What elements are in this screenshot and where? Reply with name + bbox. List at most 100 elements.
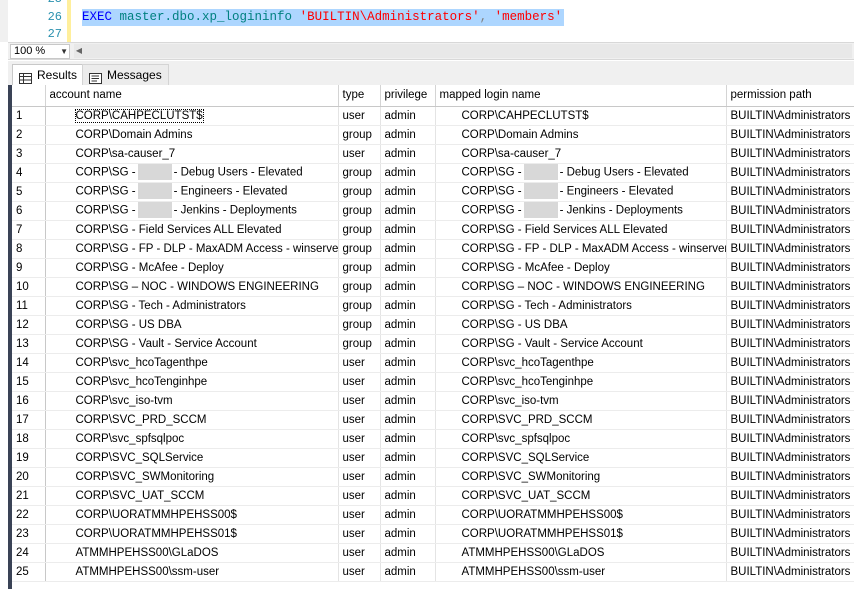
cell-permission-path[interactable]: BUILTIN\Administrators xyxy=(726,391,854,411)
table-row[interactable]: 23 CORP\UORATMMHPEHSS01$ user admin CORP\UOR… xyxy=(12,524,854,544)
cell-privilege[interactable]: admin xyxy=(380,353,436,373)
column-header-account-name[interactable]: account name xyxy=(45,85,339,107)
cell-privilege[interactable]: admin xyxy=(380,562,436,582)
cell-permission-path[interactable]: BUILTIN\Administrators xyxy=(726,201,854,221)
cell-type[interactable]: group xyxy=(338,258,381,278)
row-number[interactable]: 4 xyxy=(12,163,46,183)
zoom-dropdown[interactable]: 100 % ▼ xyxy=(10,44,70,59)
cell-mapped-login-name[interactable]: CORP\SG - - Jenkins - Deployments xyxy=(435,201,727,221)
cell-permission-path[interactable]: BUILTIN\Administrators xyxy=(726,467,854,487)
cell-mapped-login-name[interactable]: ATMMHPEHSS00\GLaDOS xyxy=(435,543,727,563)
cell-privilege[interactable]: admin xyxy=(380,372,436,392)
cell-account-name[interactable]: CORP\svc_iso-tvm xyxy=(45,391,339,411)
cell-type[interactable]: user xyxy=(338,144,381,164)
row-number[interactable]: 22 xyxy=(12,505,46,525)
results-grid[interactable]: account name type privilege mapped login… xyxy=(8,85,854,589)
cell-type[interactable]: user xyxy=(338,467,381,487)
cell-mapped-login-name[interactable]: CORP\SVC_SQLService xyxy=(435,448,727,468)
cell-account-name[interactable]: CORP\SG - McAfee - Deploy xyxy=(45,258,339,278)
table-row[interactable]: 16 CORP\svc_iso-tvm user admin CORP\svc_iso-… xyxy=(12,391,854,411)
row-number[interactable]: 6 xyxy=(12,201,46,221)
cell-permission-path[interactable]: BUILTIN\Administrators xyxy=(726,505,854,525)
cell-type[interactable]: group xyxy=(338,296,381,316)
cell-privilege[interactable]: admin xyxy=(380,258,436,278)
cell-mapped-login-name[interactable]: CORP\SG – NOC - WINDOWS ENGINEERING xyxy=(435,277,727,297)
row-number[interactable]: 10 xyxy=(12,277,46,297)
cell-mapped-login-name[interactable]: CORP\SG - - Debug Users - Elevated xyxy=(435,163,727,183)
row-number[interactable]: 5 xyxy=(12,182,46,202)
cell-privilege[interactable]: admin xyxy=(380,239,436,259)
table-row[interactable]: 24 ATMMHPEHSS00\GLaDOS user admin ATMMHPEHSS… xyxy=(12,543,854,563)
cell-account-name[interactable]: ATMMHPEHSS00\ssm-user xyxy=(45,562,339,582)
cell-permission-path[interactable]: BUILTIN\Administrators xyxy=(726,296,854,316)
cell-account-name[interactable]: CORP\svc_hcoTenginhpe xyxy=(45,372,339,392)
row-number[interactable]: 20 xyxy=(12,467,46,487)
table-row[interactable]: 11 CORP\SG - Tech - Administrators group ad… xyxy=(12,296,854,316)
query-editor[interactable]: 25 26 27 EXEC master.dbo.xp_logininfo 'B… xyxy=(0,0,854,42)
cell-account-name[interactable]: CORP\svc_hcoTagenthpe xyxy=(45,353,339,373)
cell-account-name[interactable]: CORP\SG - - Jenkins - Deployments xyxy=(45,201,339,221)
row-number[interactable]: 2 xyxy=(12,125,46,145)
table-row[interactable]: 1 CORP\CAHPECLUTST$ user admin CORP\CAHPECLU… xyxy=(12,106,854,126)
cell-type[interactable]: user xyxy=(338,543,381,563)
table-row[interactable]: 21 CORP\SVC_UAT_SCCM user admin CORP\SVC_UAT… xyxy=(12,486,854,506)
cell-type[interactable]: user xyxy=(338,524,381,544)
cell-account-name[interactable]: CORP\UORATMMHPEHSS01$ xyxy=(45,524,339,544)
cell-mapped-login-name[interactable]: CORP\SG - Tech - Administrators xyxy=(435,296,727,316)
cell-type[interactable]: group xyxy=(338,201,381,221)
tab-results[interactable]: Results xyxy=(12,64,85,85)
cell-account-name[interactable]: CORP\UORATMMHPEHSS00$ xyxy=(45,505,339,525)
row-number[interactable]: 25 xyxy=(12,562,46,582)
column-header-permission-path[interactable]: permission path xyxy=(726,85,854,107)
cell-account-name[interactable]: CORP\CAHPECLUTST$ xyxy=(45,106,339,126)
cell-account-name[interactable]: CORP\SG - FP - DLP - MaxADM Access - win… xyxy=(45,239,339,259)
cell-account-name[interactable]: CORP\SG - Vault - Service Account xyxy=(45,334,339,354)
cell-privilege[interactable]: admin xyxy=(380,144,436,164)
cell-account-name[interactable]: CORP\Domain Admins xyxy=(45,125,339,145)
scroll-left-icon[interactable]: ◀ xyxy=(74,46,84,56)
cell-permission-path[interactable]: BUILTIN\Administrators xyxy=(726,353,854,373)
cell-account-name[interactable]: CORP\SVC_PRD_SCCM xyxy=(45,410,339,430)
cell-privilege[interactable]: admin xyxy=(380,429,436,449)
cell-permission-path[interactable]: BUILTIN\Administrators xyxy=(726,163,854,183)
cell-privilege[interactable]: admin xyxy=(380,220,436,240)
cell-account-name[interactable]: CORP\SG - Tech - Administrators xyxy=(45,296,339,316)
cell-permission-path[interactable]: BUILTIN\Administrators xyxy=(726,258,854,278)
row-number[interactable]: 9 xyxy=(12,258,46,278)
cell-privilege[interactable]: admin xyxy=(380,467,436,487)
cell-privilege[interactable]: admin xyxy=(380,163,436,183)
table-row[interactable]: 15 CORP\svc_hcoTenginhpe user admin CORP\svc… xyxy=(12,372,854,392)
cell-type[interactable]: group xyxy=(338,277,381,297)
table-row[interactable]: 5 CORP\SG - - Engineers - Elevated group adm… xyxy=(12,182,854,202)
cell-type[interactable]: user xyxy=(338,448,381,468)
cell-type[interactable]: group xyxy=(338,334,381,354)
cell-type[interactable]: group xyxy=(338,163,381,183)
table-row[interactable]: 17 CORP\SVC_PRD_SCCM user admin CORP\SVC_PRD… xyxy=(12,410,854,430)
cell-type[interactable]: user xyxy=(338,391,381,411)
cell-privilege[interactable]: admin xyxy=(380,334,436,354)
table-row[interactable]: 20 CORP\SVC_SWMonitoring user admin CORP\SVC… xyxy=(12,467,854,487)
cell-type[interactable]: group xyxy=(338,125,381,145)
cell-account-name[interactable]: CORP\SVC_SQLService xyxy=(45,448,339,468)
cell-permission-path[interactable]: BUILTIN\Administrators xyxy=(726,144,854,164)
cell-type[interactable]: user xyxy=(338,106,381,126)
row-number[interactable]: 1 xyxy=(12,106,46,126)
cell-account-name[interactable]: CORP\SVC_UAT_SCCM xyxy=(45,486,339,506)
cell-account-name[interactable]: CORP\svc_spfsqlpoc xyxy=(45,429,339,449)
cell-privilege[interactable]: admin xyxy=(380,391,436,411)
row-number[interactable]: 19 xyxy=(12,448,46,468)
cell-permission-path[interactable]: BUILTIN\Administrators xyxy=(726,239,854,259)
cell-account-name[interactable]: CORP\SG - US DBA xyxy=(45,315,339,335)
cell-privilege[interactable]: admin xyxy=(380,125,436,145)
row-number[interactable]: 18 xyxy=(12,429,46,449)
cell-privilege[interactable]: admin xyxy=(380,448,436,468)
cell-permission-path[interactable]: BUILTIN\Administrators xyxy=(726,448,854,468)
table-row[interactable]: 22 CORP\UORATMMHPEHSS00$ user admin CORP\UOR… xyxy=(12,505,854,525)
cell-mapped-login-name[interactable]: CORP\SG - McAfee - Deploy xyxy=(435,258,727,278)
column-header-privilege[interactable]: privilege xyxy=(380,85,436,107)
cell-privilege[interactable]: admin xyxy=(380,410,436,430)
cell-mapped-login-name[interactable]: CORP\svc_hcoTagenthpe xyxy=(435,353,727,373)
row-number[interactable]: 8 xyxy=(12,239,46,259)
cell-permission-path[interactable]: BUILTIN\Administrators xyxy=(726,182,854,202)
column-header-mapped-login-name[interactable]: mapped login name xyxy=(435,85,727,107)
